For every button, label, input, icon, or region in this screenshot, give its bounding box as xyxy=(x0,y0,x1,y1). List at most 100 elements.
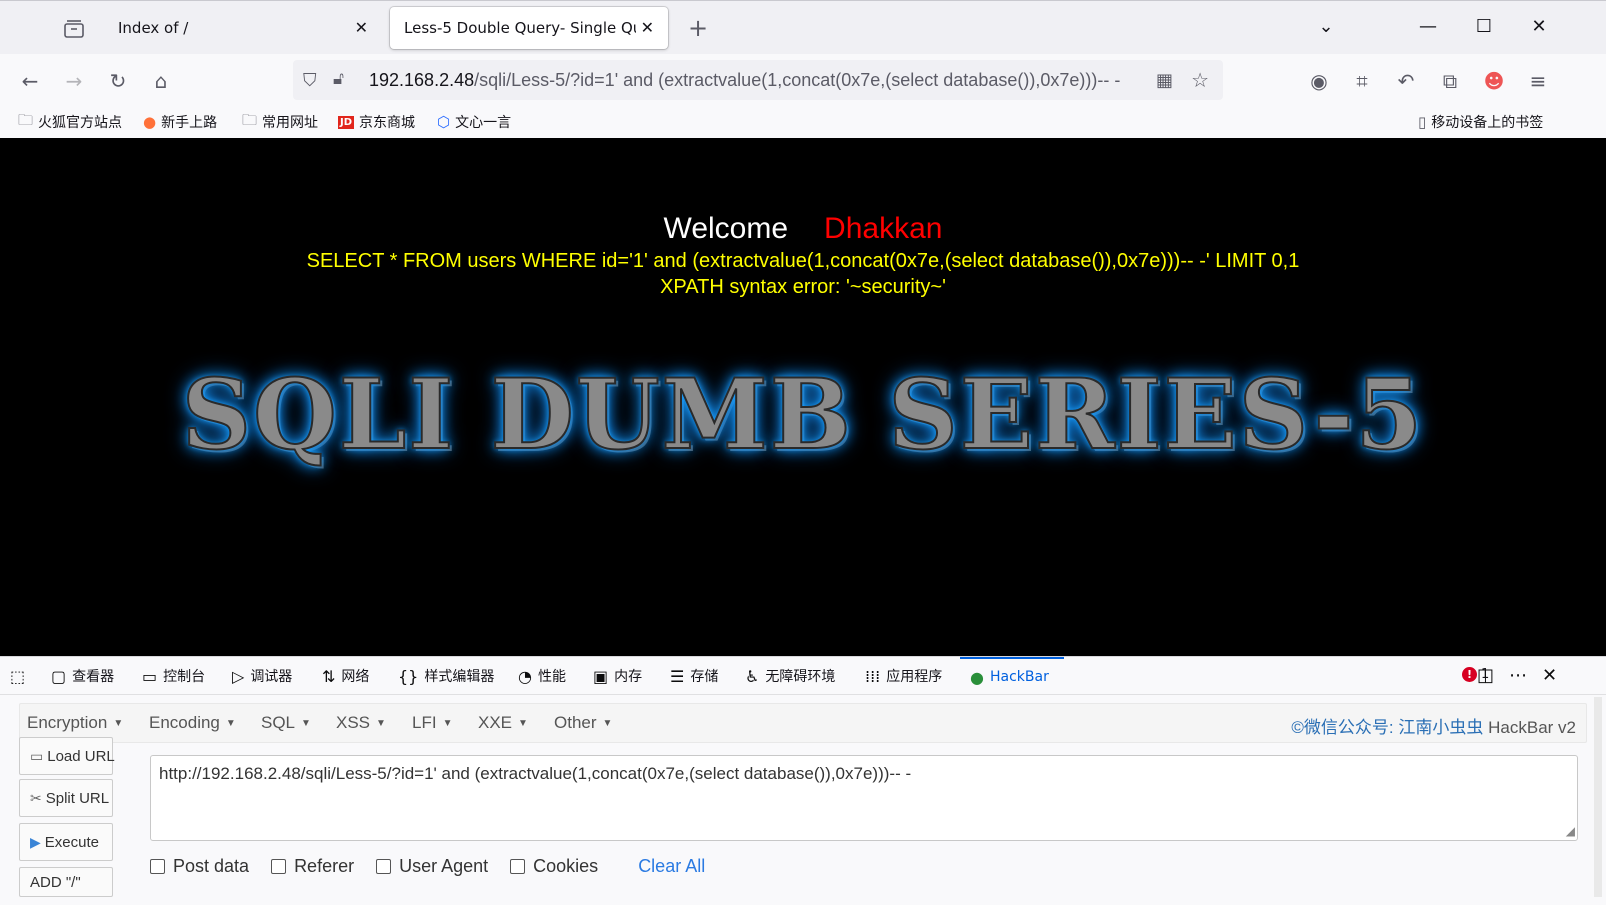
tab-hackbar[interactable]: ● HackBar xyxy=(960,657,1064,695)
tab-network[interactable]: ⇅ 网络 xyxy=(322,657,369,695)
element-picker[interactable]: ⬚ xyxy=(10,657,25,695)
menu-encoding[interactable]: Encoding ▼ xyxy=(149,713,236,733)
more-options-icon[interactable]: ⋯ xyxy=(1509,665,1527,686)
close-devtools-icon[interactable]: ✕ xyxy=(1542,665,1557,686)
bookmarks-toolbar: 🗀 火狐官方站点 ● 新手上路 🗀 常用网址 JD 京东商城 ⬡ 文心一言 ▯ 移动设备上的… xyxy=(0,106,1606,138)
dock-side-icon[interactable]: ◫ xyxy=(1477,665,1494,686)
menu-lfi[interactable]: LFI ▼ xyxy=(412,713,452,733)
menu-sql[interactable]: SQL ▼ xyxy=(261,713,311,733)
url-text[interactable]: 192.168.2.48/sqli/Less-5/?id=1' and (ext… xyxy=(369,70,1149,91)
bookmark-label: 常用网址 xyxy=(262,115,319,131)
caret-down-icon: ▼ xyxy=(442,718,453,730)
checkbox-box[interactable] xyxy=(376,858,392,874)
storage-icon: ☰ xyxy=(670,666,685,686)
extensions-icon[interactable]: ⧉ xyxy=(1435,66,1465,96)
tab-list-icon[interactable] xyxy=(60,15,88,43)
add-slash-button[interactable]: ADD "/" xyxy=(19,867,113,897)
menu-encryption[interactable]: Encryption ▼ xyxy=(27,713,123,733)
screenshot-icon[interactable]: ⌗ xyxy=(1347,66,1377,96)
address-bar[interactable]: ⛉ 🔓︎ 192.168.2.48/sqli/Less-5/?id=1' and… xyxy=(293,60,1223,100)
qr-code-icon[interactable]: ▦ xyxy=(1156,70,1173,91)
menu-xxe[interactable]: XXE ▼ xyxy=(478,713,528,733)
tab-performance[interactable]: ◔ 性能 xyxy=(518,657,566,695)
undo-icon[interactable]: ↶ xyxy=(1391,66,1421,96)
menu-label: XXE xyxy=(478,713,513,732)
button-label: Load URL xyxy=(47,747,115,765)
referer-checkbox[interactable]: Referer xyxy=(271,856,354,877)
user-agent-checkbox[interactable]: User Agent xyxy=(376,856,488,877)
inspector-icon: ▢ xyxy=(51,666,67,686)
reload-icon[interactable]: ↻ xyxy=(103,66,133,96)
checkbox-box[interactable] xyxy=(271,858,287,874)
new-tab-icon[interactable]: + xyxy=(684,15,712,43)
performance-icon: ◔ xyxy=(518,666,532,686)
forward-icon[interactable]: → xyxy=(59,66,89,96)
tab-inspector[interactable]: ▢ 查看器 xyxy=(51,657,114,695)
tab-accessibility[interactable]: ♿︎ 无障碍环境 xyxy=(745,657,835,695)
window-close-icon[interactable]: ✕ xyxy=(1525,13,1553,41)
menu-label: SQL xyxy=(261,713,296,732)
load-url-button[interactable]: ▭ Load URL xyxy=(19,737,115,775)
firefox-icon: ● xyxy=(143,113,157,131)
bookmark-item[interactable]: ⬡ 文心一言 xyxy=(437,110,511,134)
insecure-lock-icon[interactable]: 🔓︎ xyxy=(333,69,344,89)
resize-handle-icon[interactable]: ◢ xyxy=(1566,824,1575,838)
jd-icon: JD xyxy=(338,115,355,129)
devtools-scrollbar[interactable] xyxy=(1594,697,1602,897)
mobile-bookmarks[interactable]: ▯ 移动设备上的书签 xyxy=(1418,110,1543,134)
hackbar-url-input[interactable]: http://192.168.2.48/sqli/Less-5/?id=1' a… xyxy=(150,755,1578,841)
tab-storage[interactable]: ☰ 存储 xyxy=(670,657,718,695)
bookmark-star-icon[interactable]: ☆ xyxy=(1191,68,1209,92)
tab-less5[interactable]: Less-5 Double Query- Single Quotes- Stri… xyxy=(390,7,668,49)
picker-icon: ⬚ xyxy=(10,666,26,686)
bookmark-item[interactable]: 🗀 火狐官方站点 xyxy=(18,110,122,134)
bookmark-label: 新手上路 xyxy=(161,115,218,131)
checkbox-label: Post data xyxy=(173,855,250,876)
bookmark-item[interactable]: ● 新手上路 xyxy=(143,110,217,134)
series-banner: SQLI DUMB SERIES-5 xyxy=(181,357,1425,472)
back-icon[interactable]: ← xyxy=(15,66,45,96)
bookmark-item[interactable]: 🗀 常用网址 xyxy=(242,110,318,134)
scissors-icon: ✂ xyxy=(30,789,42,806)
post-data-checkbox[interactable]: Post data xyxy=(150,856,249,877)
tab-application[interactable]: ⁞⁞⁞ 应用程序 xyxy=(865,657,942,695)
chevron-down-icon[interactable]: ⌄ xyxy=(1312,13,1340,41)
tab-debugger[interactable]: ▷ 调试器 xyxy=(232,657,292,695)
xpath-error-text: XPATH syntax error: '~security~' xyxy=(660,276,946,298)
maximize-icon[interactable]: ☐ xyxy=(1470,13,1498,41)
tab-label: 样式编辑器 xyxy=(424,669,495,685)
checkbox-box[interactable] xyxy=(510,858,526,874)
bookmark-item[interactable]: JD 京东商城 xyxy=(338,110,415,134)
tab-label: 存储 xyxy=(690,669,719,685)
tab-label: HackBar xyxy=(989,669,1049,685)
close-tab-icon[interactable]: ✕ xyxy=(641,18,654,37)
checkbox-box[interactable] xyxy=(150,858,165,874)
close-tab-icon[interactable]: ✕ xyxy=(355,18,368,37)
tab-index[interactable]: Index of / ✕ xyxy=(104,7,382,49)
tab-label: 网络 xyxy=(341,669,370,685)
account-icon[interactable]: ◉ xyxy=(1304,66,1334,96)
error-icon: ! xyxy=(1462,667,1477,682)
menu-xss[interactable]: XSS ▼ xyxy=(336,713,386,733)
tab-style-editor[interactable]: {} 样式编辑器 xyxy=(398,657,494,695)
execute-button[interactable]: ▶ Execute xyxy=(19,823,113,861)
split-url-button[interactable]: ✂ Split URL xyxy=(19,779,113,817)
tab-console[interactable]: ▭ 控制台 xyxy=(142,657,205,695)
button-label: Split URL xyxy=(45,789,110,807)
cookies-checkbox[interactable]: Cookies xyxy=(510,856,598,877)
checkbox-label: Referer xyxy=(294,855,355,876)
clear-all-link[interactable]: Clear All xyxy=(638,856,705,877)
bookmark-label: 京东商城 xyxy=(359,115,416,131)
checkbox-label: User Agent xyxy=(399,855,489,876)
minimize-icon[interactable]: — xyxy=(1414,13,1442,41)
tab-bar: Index of / ✕ Less-5 Double Query- Single… xyxy=(0,0,1606,54)
menu-other[interactable]: Other ▼ xyxy=(554,713,612,733)
tab-memory[interactable]: ▣ 内存 xyxy=(593,657,642,695)
home-icon[interactable]: ⌂ xyxy=(146,66,176,96)
button-label: ADD "/" xyxy=(30,873,81,891)
username-text: Dhakkan xyxy=(824,212,943,245)
profile-avatar-icon[interactable]: ☻ xyxy=(1479,66,1509,96)
shield-icon[interactable]: ⛉ xyxy=(303,70,317,91)
play-icon: ▶ xyxy=(30,833,41,850)
menu-icon[interactable]: ≡ xyxy=(1523,66,1553,96)
